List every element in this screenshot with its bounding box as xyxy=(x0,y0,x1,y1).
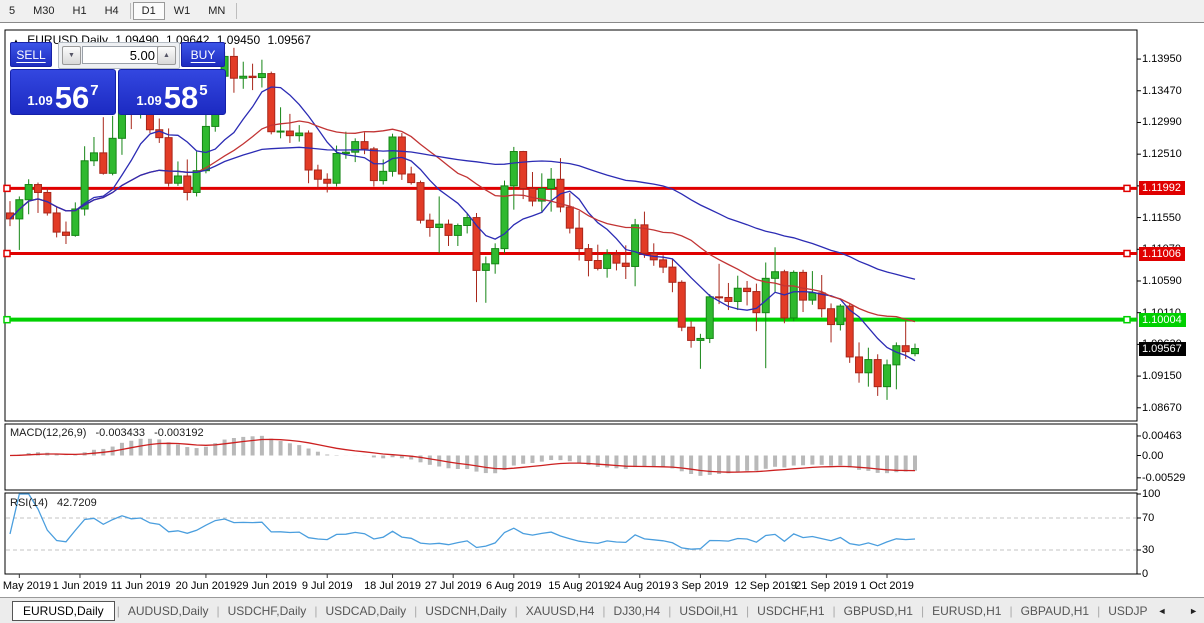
sell-button[interactable]: SELL xyxy=(10,42,52,67)
mt4-window: 5M30H1H4D1W1MN ▲ EURUSD,Daily 1.09490 1.… xyxy=(0,0,1204,623)
hline-handle[interactable] xyxy=(3,184,11,193)
hline-handle[interactable] xyxy=(1123,249,1131,258)
hline-handle[interactable] xyxy=(3,249,11,258)
sell-price-box[interactable]: 1.09 56 7 xyxy=(10,69,116,115)
rsi-axis-tick: 0 xyxy=(1142,568,1149,580)
tab-separator: | xyxy=(216,604,220,618)
tab-separator: | xyxy=(414,604,418,618)
rsi-level-lines xyxy=(6,517,1136,551)
ohlc-close: 1.09567 xyxy=(267,33,311,47)
chart-tab-GBPAUD-H1[interactable]: GBPAUD,H1 xyxy=(1015,601,1095,621)
sell-price-prefix: 1.09 xyxy=(27,93,53,108)
rsi-layer xyxy=(9,493,916,550)
volume-down-button[interactable]: ▼ xyxy=(62,46,81,65)
volume-field[interactable]: 5.00 xyxy=(82,46,159,64)
rsi-value: 42.7209 xyxy=(56,497,97,509)
rsi-axis-tick: 70 xyxy=(1142,512,1155,524)
chart-tab-AUDUSD-Daily[interactable]: AUDUSD,Daily xyxy=(122,601,215,621)
tab-separator: | xyxy=(602,604,606,618)
sma-50-line xyxy=(9,146,916,280)
price-axis-tick: 1.08670 xyxy=(1142,401,1182,414)
tab-separator: | xyxy=(314,604,318,618)
sma-21-line xyxy=(9,120,916,323)
hline-handle[interactable] xyxy=(3,315,11,324)
chart-tab-DJ30-H4[interactable]: DJ30,H4 xyxy=(608,601,667,621)
tab-separator: | xyxy=(920,604,925,618)
rsi-line xyxy=(9,493,916,550)
price-axis-tick: 1.10590 xyxy=(1142,274,1182,287)
buy-price-pip: 5 xyxy=(199,82,208,99)
hline-price-label[interactable]: 1.10004 xyxy=(1139,312,1186,327)
tab-separator: | xyxy=(832,604,836,618)
macd-indicator-label: MACD(12,26,9) -0.003433 -0.003192 xyxy=(10,427,210,439)
tabs-scroll-right-icon[interactable]: ► xyxy=(1185,606,1204,616)
buy-price-main: 58 xyxy=(163,80,199,115)
macd-layer xyxy=(9,435,918,476)
rsi-axis-tick: 30 xyxy=(1142,544,1155,556)
hline-price-label[interactable]: 1.11006 xyxy=(1139,246,1185,261)
tab-separator: | xyxy=(1097,604,1101,618)
buy-price-prefix: 1.09 xyxy=(136,93,162,108)
price-axis-tick: 1.13470 xyxy=(1142,84,1182,97)
chart-tab-USDJP[interactable]: USDJP xyxy=(1102,601,1153,621)
tab-separator: | xyxy=(116,604,120,618)
chevron-up-icon: ▲ xyxy=(163,52,170,59)
sell-price-main: 56 xyxy=(54,80,90,115)
macd-value-main: -0.003433 xyxy=(95,427,146,439)
macd-name: MACD(12,26,9) xyxy=(10,427,87,439)
price-axis-tick: 1.12990 xyxy=(1142,116,1182,129)
chart-tab-USDCHF-Daily[interactable]: USDCHF,Daily xyxy=(222,601,313,621)
one-click-trading-panel: SELL ▼ 5.00 ▲ BUY 1.09 56 7 1.09 58 5 xyxy=(10,42,226,115)
price-axis-tick: 1.11550 xyxy=(1142,211,1181,224)
tab-separator: | xyxy=(668,604,672,618)
sell-price-pip: 7 xyxy=(90,82,99,99)
chevron-down-icon: ▼ xyxy=(68,52,75,59)
current-price-label: 1.09567 xyxy=(1139,341,1186,356)
rsi-name: RSI(14) xyxy=(10,497,48,509)
hline-price-label[interactable]: 1.11992 xyxy=(1139,181,1185,196)
volume-spinner: ▼ 5.00 ▲ xyxy=(58,42,180,69)
tabs-scroll-left-icon[interactable]: ◄ xyxy=(1154,606,1171,616)
tab-separator: | xyxy=(746,604,750,618)
macd-axis-tick: -0.00529 xyxy=(1142,471,1186,484)
macd-signal-line xyxy=(9,438,916,473)
chart-tab-EURUSD-H1[interactable]: EURUSD,H1 xyxy=(926,601,1007,621)
hline-handle[interactable] xyxy=(1123,184,1131,193)
macd-value-signal: -0.003192 xyxy=(154,427,204,439)
chart-tab-XAUUSD-H4[interactable]: XAUUSD,H4 xyxy=(520,601,601,621)
price-axis-tick: 1.13950 xyxy=(1142,53,1182,66)
tab-separator: | xyxy=(514,604,518,618)
rsi-axis-tick: 100 xyxy=(1142,488,1161,500)
buy-price-box[interactable]: 1.09 58 5 xyxy=(118,69,226,115)
volume-up-button[interactable]: ▲ xyxy=(157,46,176,65)
chart-tab-USDCAD-Daily[interactable]: USDCAD,Daily xyxy=(319,601,412,621)
chart-tab-EURUSD-Daily[interactable]: EURUSD,Daily xyxy=(12,601,115,621)
hline-handle[interactable] xyxy=(1123,315,1131,324)
price-axis-tick: 1.09150 xyxy=(1142,370,1182,383)
rsi-indicator-label: RSI(14) 42.7209 xyxy=(10,497,103,509)
macd-axis-tick: 0.00463 xyxy=(1142,429,1182,442)
buy-button[interactable]: BUY xyxy=(181,42,225,67)
chart-tab-bar: EURUSD,Daily | AUDUSD,Daily | USDCHF,Daily | U… xyxy=(0,597,1204,623)
macd-axis-tick: 0.00 xyxy=(1142,449,1164,462)
chart-tab-USDCNH-Daily[interactable]: USDCNH,Daily xyxy=(419,601,512,621)
tab-separator: | xyxy=(1009,604,1013,618)
date-axis-label: 1 Oct 2019 xyxy=(860,580,914,592)
price-axis-tick: 1.12510 xyxy=(1142,148,1182,161)
chart-tab-USDOil-H1[interactable]: USDOil,H1 xyxy=(673,601,744,621)
chart-tab-GBPUSD-H1[interactable]: GBPUSD,H1 xyxy=(838,601,919,621)
chart-tab-USDCHF-H1[interactable]: USDCHF,H1 xyxy=(751,601,830,621)
